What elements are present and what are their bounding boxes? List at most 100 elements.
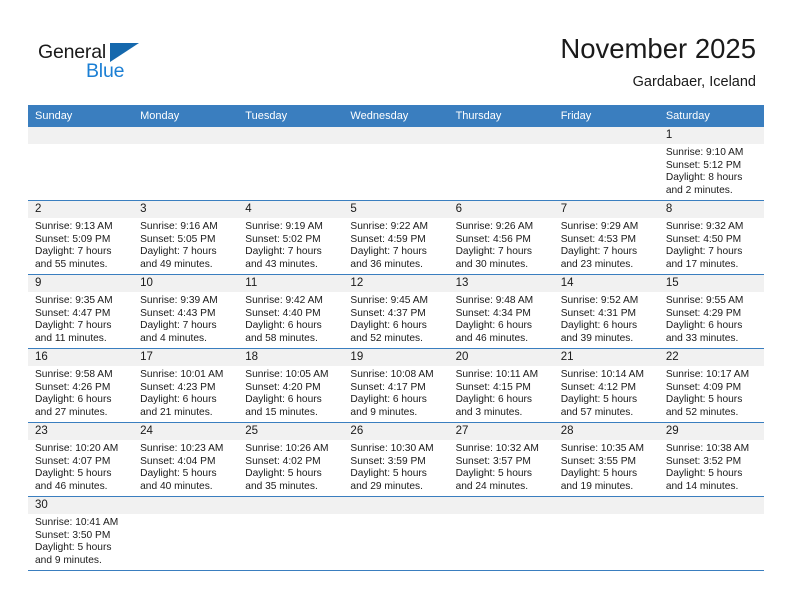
calendar-day-cell[interactable]: 17 Sunrise: 10:01 AM Sunset: 4:23 PM Daylig… <box>133 348 239 423</box>
page-header: General Blue November 2025 Gardabaer, Ic… <box>0 0 792 104</box>
day-sun-info: Sunrise: 9:26 AM Sunset: 4:56 PM Daylight:… <box>449 218 554 271</box>
day-number <box>658 497 764 514</box>
calendar-week-row: 9 Sunrise: 9:35 AM Sunset: 4:47 PM Daylight… <box>28 274 764 349</box>
calendar-day-cell[interactable]: 26 Sunrise: 10:30 AM Sunset: 3:59 PM Daylig… <box>343 422 449 497</box>
calendar-day-cell[interactable]: 25 Sunrise: 10:26 AM Sunset: 4:02 PM Daylig… <box>238 422 344 497</box>
day-number: 25 <box>238 423 344 440</box>
sunset-text: Sunset: 4:29 PM <box>665 307 742 319</box>
general-blue-logo: General Blue <box>38 41 158 87</box>
daylight-text-line2: and 14 minutes. <box>665 480 739 492</box>
sunset-text: Sunset: 4:47 PM <box>35 307 111 319</box>
sunrise-text: Sunrise: 9:42 AM <box>245 295 323 306</box>
sunrise-text: Sunrise: 9:22 AM <box>350 221 429 232</box>
daylight-text-line1: Daylight: 7 hours <box>35 320 112 332</box>
sunset-text: Sunset: 5:05 PM <box>140 233 216 245</box>
calendar-day-cell[interactable]: 21 Sunrise: 10:14 AM Sunset: 4:12 PM Daylig… <box>553 348 659 423</box>
daylight-text-line1: Daylight: 7 hours <box>35 246 112 258</box>
sunset-text: Sunset: 3:50 PM <box>35 529 111 541</box>
calendar-day-cell[interactable]: 5 Sunrise: 9:22 AM Sunset: 4:59 PM Daylight… <box>343 200 449 275</box>
sunrise-text: Sunrise: 9:48 AM <box>455 295 534 306</box>
sunrise-text: Sunrise: 10:11 AM <box>455 369 539 380</box>
calendar-day-cell[interactable]: 4 Sunrise: 9:19 AM Sunset: 5:02 PM Daylight… <box>238 200 344 275</box>
day-sun-info: Sunrise: 10:20 AM Sunset: 4:07 PM Daylight… <box>28 440 133 493</box>
calendar-body: 1 Sunrise: 9:10 AM Sunset: 5:12 PM Daylight… <box>28 127 764 571</box>
day-number: 22 <box>658 349 764 366</box>
day-sun-info: Sunrise: 10:05 AM Sunset: 4:20 PM Daylight… <box>238 366 343 419</box>
sunrise-text: Sunrise: 9:58 AM <box>35 369 113 380</box>
day-number: 8 <box>658 201 764 218</box>
daylight-text-line1: Daylight: 5 hours <box>665 468 743 480</box>
calendar-day-cell[interactable]: 12 Sunrise: 9:45 AM Sunset: 4:37 PM Dayligh… <box>343 274 449 349</box>
calendar-day-cell[interactable]: 19 Sunrise: 10:08 AM Sunset: 4:17 PM Daylig… <box>343 348 449 423</box>
sunset-text: Sunset: 5:09 PM <box>35 233 111 245</box>
calendar-day-cell[interactable]: 2 Sunrise: 9:13 AM Sunset: 5:09 PM Daylight… <box>28 200 134 275</box>
day-number <box>28 127 134 144</box>
calendar-day-cell-empty <box>553 127 659 201</box>
calendar-day-cell[interactable]: 27 Sunrise: 10:32 AM Sunset: 3:57 PM Daylig… <box>448 422 554 497</box>
calendar-day-cell[interactable]: 9 Sunrise: 9:35 AM Sunset: 4:47 PM Daylight… <box>28 274 134 349</box>
sunset-text: Sunset: 4:50 PM <box>665 233 742 245</box>
calendar-day-cell-empty <box>343 496 449 571</box>
daylight-text-line1: Daylight: 7 hours <box>245 246 322 258</box>
day-number: 23 <box>28 423 134 440</box>
sunset-text: Sunset: 5:02 PM <box>245 233 321 245</box>
calendar-week-row: 23 Sunrise: 10:20 AM Sunset: 4:07 PM Daylig… <box>28 422 764 497</box>
calendar-day-cell[interactable]: 14 Sunrise: 9:52 AM Sunset: 4:31 PM Dayligh… <box>553 274 659 349</box>
daylight-text-line1: Daylight: 6 hours <box>35 394 112 406</box>
calendar-day-cell[interactable]: 20 Sunrise: 10:11 AM Sunset: 4:15 PM Daylig… <box>448 348 554 423</box>
day-number: 14 <box>553 275 659 292</box>
day-sun-info: Sunrise: 9:29 AM Sunset: 4:53 PM Daylight:… <box>554 218 659 271</box>
calendar-day-cell[interactable]: 29 Sunrise: 10:38 AM Sunset: 3:52 PM Daylig… <box>658 422 764 497</box>
daylight-text-line1: Daylight: 5 hours <box>35 542 112 554</box>
calendar-day-cell-empty <box>658 496 764 571</box>
day-sun-info: Sunrise: 10:14 AM Sunset: 4:12 PM Daylight… <box>554 366 659 419</box>
sunrise-text: Sunrise: 10:20 AM <box>35 443 119 454</box>
day-number: 11 <box>238 275 344 292</box>
day-sun-info: Sunrise: 9:10 AM Sunset: 5:12 PM Daylight:… <box>659 144 764 197</box>
calendar-day-cell-empty <box>553 496 659 571</box>
calendar-day-cell[interactable]: 1 Sunrise: 9:10 AM Sunset: 5:12 PM Daylight… <box>658 127 764 201</box>
day-number: 10 <box>133 275 239 292</box>
calendar-day-cell-empty <box>28 127 134 201</box>
day-sun-info: Sunrise: 9:16 AM Sunset: 5:05 PM Daylight:… <box>133 218 238 271</box>
calendar-day-cell[interactable]: 3 Sunrise: 9:16 AM Sunset: 5:05 PM Daylight… <box>133 200 239 275</box>
daylight-text-line2: and 15 minutes. <box>245 406 318 418</box>
calendar-day-cell[interactable]: 6 Sunrise: 9:26 AM Sunset: 4:56 PM Daylight… <box>448 200 554 275</box>
calendar-day-cell[interactable]: 8 Sunrise: 9:32 AM Sunset: 4:50 PM Daylight… <box>658 200 764 275</box>
daylight-text-line2: and 29 minutes. <box>350 480 423 492</box>
calendar-day-cell[interactable]: 30 Sunrise: 10:41 AM Sunset: 3:50 PM Daylig… <box>28 496 134 571</box>
calendar-day-cell[interactable]: 16 Sunrise: 9:58 AM Sunset: 4:26 PM Dayligh… <box>28 348 134 423</box>
day-number: 15 <box>658 275 764 292</box>
daylight-text-line1: Daylight: 8 hours <box>665 172 743 184</box>
daylight-text-line2: and 17 minutes. <box>665 258 739 270</box>
sunset-text: Sunset: 4:07 PM <box>35 455 111 467</box>
calendar-day-cell[interactable]: 28 Sunrise: 10:35 AM Sunset: 3:55 PM Daylig… <box>553 422 659 497</box>
calendar-day-cell[interactable]: 22 Sunrise: 10:17 AM Sunset: 4:09 PM Daylig… <box>658 348 764 423</box>
calendar-day-cell[interactable]: 7 Sunrise: 9:29 AM Sunset: 4:53 PM Daylight… <box>553 200 659 275</box>
daylight-text-line2: and 46 minutes. <box>35 480 108 492</box>
calendar-day-cell[interactable]: 18 Sunrise: 10:05 AM Sunset: 4:20 PM Daylig… <box>238 348 344 423</box>
daylight-text-line1: Daylight: 5 hours <box>245 468 322 480</box>
day-sun-info: Sunrise: 10:23 AM Sunset: 4:04 PM Daylight… <box>133 440 238 493</box>
daylight-text-line2: and 27 minutes. <box>35 406 108 418</box>
sunset-text: Sunset: 3:52 PM <box>665 455 742 467</box>
calendar-day-cell[interactable]: 24 Sunrise: 10:23 AM Sunset: 4:04 PM Daylig… <box>133 422 239 497</box>
daylight-text-line1: Daylight: 5 hours <box>560 468 638 480</box>
day-number: 5 <box>343 201 449 218</box>
sunset-text: Sunset: 4:40 PM <box>245 307 321 319</box>
sunrise-text: Sunrise: 9:39 AM <box>140 295 218 306</box>
sunset-text: Sunset: 4:17 PM <box>350 381 426 393</box>
calendar-day-cell[interactable]: 13 Sunrise: 9:48 AM Sunset: 4:34 PM Dayligh… <box>448 274 554 349</box>
calendar-day-cell-empty <box>133 127 239 201</box>
calendar-day-cell[interactable]: 10 Sunrise: 9:39 AM Sunset: 4:43 PM Dayligh… <box>133 274 239 349</box>
calendar-day-cell[interactable]: 15 Sunrise: 9:55 AM Sunset: 4:29 PM Dayligh… <box>658 274 764 349</box>
calendar-week-row: 2 Sunrise: 9:13 AM Sunset: 5:09 PM Daylight… <box>28 200 764 275</box>
calendar-day-cell[interactable]: 11 Sunrise: 9:42 AM Sunset: 4:40 PM Dayligh… <box>238 274 344 349</box>
sunrise-text: Sunrise: 10:17 AM <box>665 369 750 380</box>
day-number <box>238 497 344 514</box>
sunrise-text: Sunrise: 9:32 AM <box>665 221 744 232</box>
day-sun-info: Sunrise: 10:01 AM Sunset: 4:23 PM Daylight… <box>133 366 238 419</box>
daylight-text-line2: and 4 minutes. <box>140 332 207 344</box>
calendar-day-cell[interactable]: 23 Sunrise: 10:20 AM Sunset: 4:07 PM Daylig… <box>28 422 134 497</box>
day-number <box>133 127 239 144</box>
